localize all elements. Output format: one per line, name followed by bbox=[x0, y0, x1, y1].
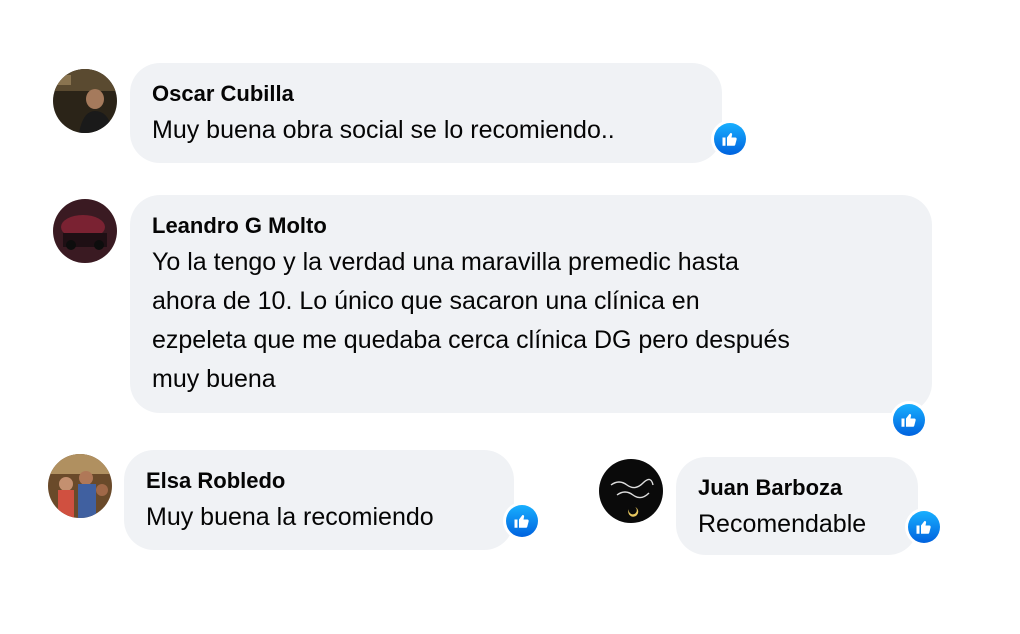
avatar-juan-barboza[interactable] bbox=[599, 459, 663, 523]
like-reaction-badge[interactable] bbox=[905, 508, 943, 546]
like-icon bbox=[722, 133, 737, 146]
like-icon bbox=[901, 414, 916, 427]
comment-author[interactable]: Juan Barboza bbox=[698, 475, 894, 501]
comment-author[interactable]: Oscar Cubilla bbox=[152, 81, 698, 107]
comment-author[interactable]: Leandro G Molto bbox=[152, 213, 908, 239]
like-icon bbox=[916, 521, 931, 534]
comment-text: Recomendable bbox=[698, 510, 867, 538]
comment-bubble-leandro: Leandro G Molto Yo la tengo y la verdad … bbox=[130, 195, 932, 413]
like-reaction-badge[interactable] bbox=[711, 120, 749, 158]
avatar-oscar-cubilla[interactable] bbox=[53, 69, 117, 133]
like-icon bbox=[514, 515, 529, 528]
comment-author[interactable]: Elsa Robledo bbox=[146, 468, 490, 494]
comment-bubble-juan: Juan Barboza Recomendable bbox=[676, 457, 918, 555]
comment-text: Yo la tengo y la verdad una maravilla pr… bbox=[152, 248, 790, 393]
avatar-elsa-robledo[interactable] bbox=[48, 454, 112, 518]
like-reaction-badge[interactable] bbox=[503, 502, 541, 540]
comment-text: Muy buena la recomiendo bbox=[146, 503, 434, 531]
like-reaction-badge[interactable] bbox=[890, 401, 928, 439]
avatar-leandro-molto[interactable] bbox=[53, 199, 117, 263]
comment-bubble-oscar: Oscar Cubilla Muy buena obra social se l… bbox=[130, 63, 722, 163]
comment-text: Muy buena obra social se lo recomiendo.. bbox=[152, 116, 615, 144]
comment-bubble-elsa: Elsa Robledo Muy buena la recomiendo bbox=[124, 450, 514, 550]
